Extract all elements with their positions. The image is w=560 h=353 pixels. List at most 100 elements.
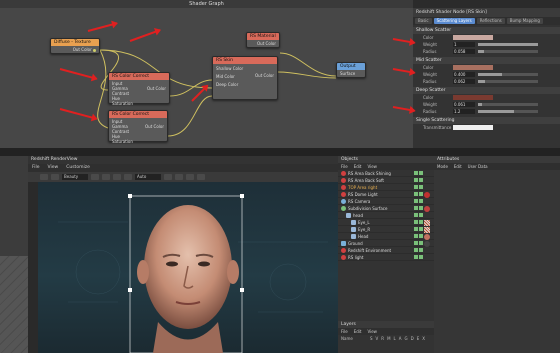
snapshot-icon[interactable] [91, 174, 99, 180]
menu-customize[interactable]: Customize [66, 164, 90, 172]
color-swatch[interactable] [453, 125, 493, 130]
viewport-strip [0, 156, 28, 353]
material-tag-icon[interactable] [424, 234, 430, 240]
attributes-title: Attributes [434, 156, 560, 163]
tab-reflections[interactable]: Reflections [476, 18, 505, 24]
layers-header: Name S V R M L A G D E X [338, 335, 434, 342]
node-rs-color-correct-1[interactable]: RS Color Correct Input Gamma Contrast Hu… [108, 72, 170, 106]
flag-label: A [398, 336, 402, 341]
section-deep-scatter[interactable]: Deep Scatter [413, 87, 560, 94]
mesh-icon [351, 226, 356, 232]
tab-scattering-layers[interactable]: Scattering Layers [433, 18, 475, 24]
menu-mode[interactable]: Mode [437, 163, 448, 170]
menu-edit[interactable]: Edit [354, 163, 362, 170]
node-diffuse-texture[interactable]: Diffuse - Texture Out Color [50, 38, 100, 54]
stop-icon[interactable] [51, 174, 59, 180]
row-label: Color [423, 35, 434, 40]
value-slider[interactable] [478, 50, 538, 53]
crop-icon[interactable] [124, 174, 132, 180]
material-tags [418, 170, 432, 247]
menu-user-data[interactable]: User Data [468, 163, 488, 170]
node-rs-skin[interactable]: RS Skin Shallow Color Mid Color Deep Col… [212, 56, 278, 100]
node-title: RS Color Correct [109, 73, 169, 80]
menu-edit[interactable]: Edit [454, 163, 462, 170]
value-slider[interactable] [478, 43, 538, 46]
lock-icon[interactable] [102, 174, 110, 180]
menu-view[interactable]: View [48, 164, 59, 172]
node-output[interactable]: Output Surface [336, 62, 366, 78]
material-tag-icon[interactable] [424, 241, 430, 247]
section-single-scattering[interactable]: Single Scattering [413, 117, 560, 124]
row-label: Radius [423, 79, 437, 84]
row-label: Color [423, 95, 434, 100]
play-icon[interactable] [40, 174, 48, 180]
viewport-grid [0, 256, 28, 353]
mesh-icon [351, 233, 356, 239]
render-view-toolbar: Beauty Auto [28, 172, 338, 182]
light-icon [341, 254, 346, 260]
row-label: Color [423, 65, 434, 70]
environment-icon [341, 247, 346, 253]
null-icon [346, 212, 351, 218]
value-slider[interactable] [478, 80, 538, 83]
section-mid-scatter[interactable]: Mid Scatter [413, 57, 560, 64]
panel-divider [0, 148, 560, 156]
light-icon [341, 177, 346, 183]
tab-basic[interactable]: Basic [415, 18, 432, 24]
node-title: RS Color Correct [109, 111, 167, 118]
color-swatch[interactable] [453, 95, 493, 100]
flag-label: X [422, 336, 425, 341]
flag-label: L [393, 336, 396, 341]
node-rs-material[interactable]: RS Material Out Color [246, 32, 280, 48]
value-field[interactable]: 0.400 [453, 72, 475, 77]
value-field[interactable]: 0.061 [453, 102, 475, 107]
port-label: Out Color [145, 124, 164, 129]
region-icon[interactable] [175, 174, 183, 180]
zoom-select[interactable]: Auto [135, 174, 161, 180]
material-tag-icon[interactable] [424, 206, 430, 212]
list-item[interactable]: RS light [338, 254, 434, 261]
menu-view[interactable]: View [367, 163, 377, 170]
attr-top-tabs: Basic Scattering Layers Reflections Bump… [413, 17, 560, 25]
light-icon [341, 184, 346, 190]
value-slider[interactable] [478, 73, 538, 76]
color-icon[interactable] [186, 174, 194, 180]
save-icon[interactable] [113, 174, 121, 180]
material-tag-icon[interactable] [424, 192, 430, 198]
fit-icon[interactable] [164, 174, 172, 180]
list-item[interactable]: Redshift Environment [338, 247, 434, 254]
render-canvas[interactable] [38, 182, 338, 353]
objects-menu: File Edit View [338, 163, 434, 170]
menu-edit[interactable]: Edit [354, 328, 362, 335]
material-tag-icon[interactable] [424, 227, 430, 233]
render-view-menu: File View Customize [28, 164, 338, 172]
port-dot-icon[interactable] [93, 48, 96, 52]
attributes-panel: Attributes Mode Edit User Data [434, 156, 560, 353]
render-view-panel: Redshift RenderView File View Customize … [28, 156, 338, 353]
value-slider[interactable] [478, 110, 538, 113]
color-swatch[interactable] [453, 65, 493, 70]
value-field[interactable]: 1 [453, 42, 475, 47]
material-tag-icon[interactable] [424, 220, 430, 226]
port-label: Out Color [72, 47, 92, 52]
menu-file[interactable]: File [341, 328, 348, 335]
value-field[interactable]: 0.062 [453, 79, 475, 84]
value-slider[interactable] [478, 103, 538, 106]
settings-icon[interactable] [197, 174, 205, 180]
tab-bump-mapping[interactable]: Bump Mapping [506, 18, 543, 24]
layers-title: Layers [338, 321, 434, 328]
value-field[interactable]: 1.2 [453, 109, 475, 114]
row-label: Weight [423, 72, 437, 77]
port-label: Surface [340, 71, 356, 76]
value-field[interactable]: 0.058 [453, 49, 475, 54]
menu-file[interactable]: File [341, 163, 348, 170]
mesh-icon [351, 219, 356, 225]
menu-view[interactable]: View [367, 328, 377, 335]
flag-label: S [370, 336, 373, 341]
section-shallow-scatter[interactable]: Shallow Scatter [413, 27, 560, 34]
menu-file[interactable]: File [32, 164, 40, 172]
aov-select[interactable]: Beauty [62, 174, 88, 180]
color-swatch[interactable] [453, 35, 493, 40]
node-title: RS Skin [213, 57, 277, 64]
node-rs-color-correct-2[interactable]: RS Color Correct Input Gamma Contrast Hu… [108, 110, 168, 144]
